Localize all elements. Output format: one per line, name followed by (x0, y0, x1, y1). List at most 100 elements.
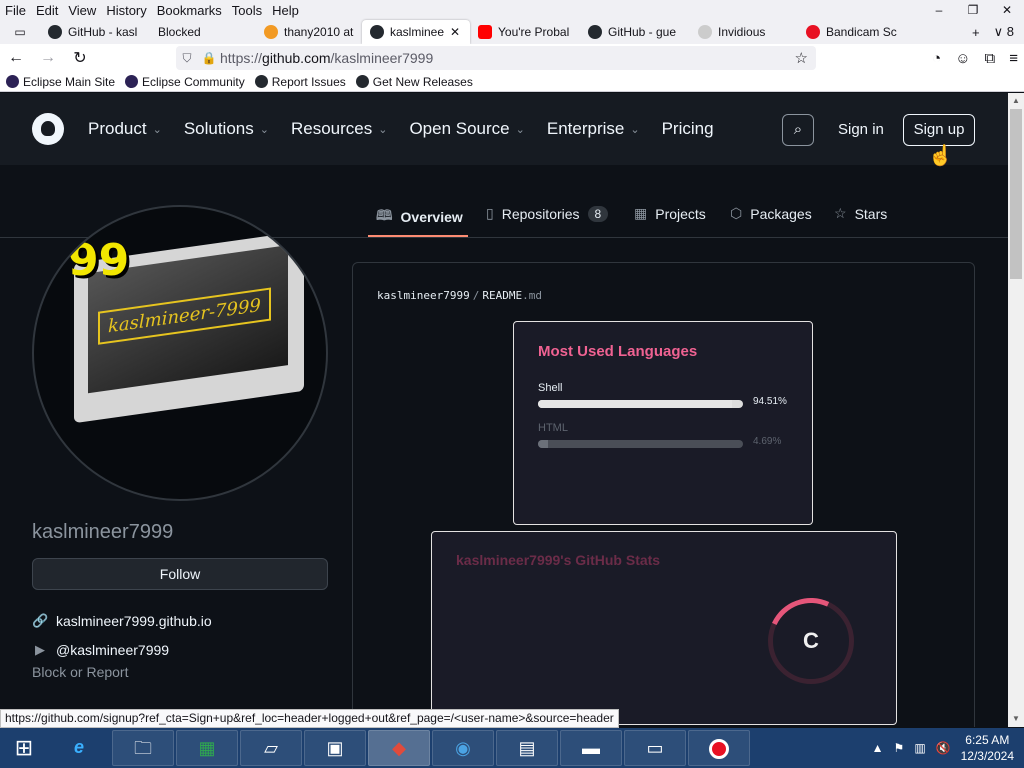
sign-in-link[interactable]: Sign in (838, 121, 884, 138)
window-controls: – ❐ ✕ (922, 0, 1024, 20)
browser-tab[interactable]: Blocked (150, 20, 256, 44)
url-bar[interactable]: ⛉ 🔒 https:// github.com /kaslmineer7999 … (176, 46, 816, 70)
network-icon[interactable]: ▥ (914, 741, 925, 755)
block-report-link[interactable]: Block or Report (32, 664, 128, 680)
bandicam-record-icon[interactable] (688, 730, 750, 766)
command-prompt-icon[interactable]: ▬ (560, 730, 622, 766)
youtube-link[interactable]: @kaslmineer7999 (56, 642, 169, 658)
bookmark-label: Report Issues (271, 74, 346, 89)
internet-explorer-icon[interactable]: e (48, 730, 110, 766)
document-window-icon[interactable]: ▭ (624, 730, 686, 766)
bookmark-star-icon[interactable]: ☆ (795, 49, 808, 67)
download-manager-icon[interactable]: ◉ (432, 730, 494, 766)
table-icon: ▦ (634, 205, 648, 221)
tab-list-button[interactable]: ▭ (0, 20, 40, 44)
profile-youtube[interactable]: ▶ @kaslmineer7999 (32, 642, 169, 658)
browser-tab[interactable]: GitHub - gue (580, 20, 690, 44)
scrollbar-thumb[interactable] (1010, 109, 1022, 279)
close-tab-icon[interactable]: ✕ (450, 25, 460, 39)
browser-tab[interactable]: thany2010 at (256, 20, 362, 44)
bookmark-item[interactable]: Eclipse Community (125, 75, 245, 89)
file-explorer-icon[interactable]: 🗀 (112, 730, 174, 766)
avatar[interactable]: kaslmineer-7999 99 (32, 205, 328, 501)
tab-packages[interactable]: ⬡ Packages (730, 205, 812, 222)
windows-start-icon[interactable]: ⊞ (0, 728, 48, 768)
bookmark-item[interactable]: Eclipse Main Site (6, 75, 115, 89)
package-icon: ⬡ (730, 205, 743, 221)
browser-tab[interactable]: Bandicam Sc (798, 20, 900, 44)
eclipse-icon (6, 75, 19, 88)
search-button[interactable]: ⌕ (782, 114, 814, 146)
profile-username: kaslmineer7999 (32, 521, 174, 543)
windows-taskbar: ⊞ e 🗀 ▦ ▱ ▣ ◆ ◉ ▤ ▬ ▭ ▲ ⚑ ▥ 🔇 6:25 AM 12… (0, 728, 1024, 768)
language-row: Shell 94.51% (538, 382, 798, 408)
nav-product[interactable]: Product ⌄ (88, 119, 162, 139)
nav-enterprise[interactable]: Enterprise ⌄ (547, 119, 640, 139)
follow-button[interactable]: Follow (32, 558, 328, 590)
record-dot-icon (709, 739, 729, 760)
lock-icon[interactable]: 🔒 (198, 51, 220, 65)
tab-label: Repositories (501, 205, 580, 222)
nav-pricing[interactable]: Pricing (662, 119, 714, 139)
sign-up-button[interactable]: Sign up (903, 114, 975, 146)
bookmark-item[interactable]: Report Issues (254, 74, 346, 89)
tab-stars[interactable]: ☆ Stars (834, 205, 887, 222)
extension-icon[interactable]: ◔ (932, 50, 941, 67)
reload-button[interactable]: ↻ (64, 48, 96, 68)
browser-tab[interactable]: GitHub - kasl (40, 20, 150, 44)
page-scrollbar[interactable]: ▲ ▼ (1008, 93, 1024, 727)
tab-repositories[interactable]: ▯ Repositories 8 (486, 205, 609, 222)
nav-label: Resources (290, 119, 373, 138)
language-bar-fill (538, 440, 548, 448)
chevron-down-icon: ⌄ (259, 123, 269, 136)
tab-count: 8 (1006, 24, 1014, 39)
nav-open-source[interactable]: Open Source ⌄ (409, 119, 524, 139)
menu-edit[interactable]: Edit (31, 3, 63, 18)
show-hidden-icons-icon[interactable]: ▲ (872, 741, 884, 755)
minimize-button[interactable]: – (922, 0, 956, 20)
new-tab-button[interactable]: + (972, 25, 980, 40)
store-icon[interactable]: ▦ (176, 730, 238, 766)
github-logo-icon[interactable] (32, 113, 64, 145)
pdf-app-icon[interactable]: ◆ (368, 730, 430, 766)
nav-resources[interactable]: Resources ⌄ (291, 119, 387, 139)
photo-viewer-icon[interactable]: ▣ (304, 730, 366, 766)
restore-button[interactable]: ❐ (956, 0, 990, 20)
tab-overflow-button[interactable]: ∨ 8 (994, 24, 1014, 40)
extensions-puzzle-icon[interactable]: ⧉ (985, 50, 996, 67)
page-viewport: Product ⌄ Solutions ⌄ Resources ⌄ Open Sour… (0, 93, 1008, 727)
scroll-down-arrow-icon[interactable]: ▼ (1008, 711, 1024, 727)
menu-view[interactable]: View (63, 3, 101, 18)
bookmark-item[interactable]: Get New Releases (355, 75, 473, 89)
menu-history[interactable]: History (101, 3, 151, 18)
browser-tab[interactable]: You're Probal (470, 20, 580, 44)
tracking-shield-icon[interactable]: ⛉ (176, 51, 198, 66)
taskbar-clock[interactable]: 6:25 AM 12/3/2024 (961, 732, 1014, 764)
action-center-flag-icon[interactable]: ⚑ (894, 741, 905, 755)
scroll-up-arrow-icon[interactable]: ▲ (1008, 93, 1024, 109)
menu-help[interactable]: Help (267, 3, 304, 18)
volume-muted-icon[interactable]: 🔇 (936, 741, 951, 755)
avatar-badge: 99 (68, 235, 130, 286)
forward-button[interactable]: → (32, 49, 64, 67)
menu-tools[interactable]: Tools (227, 3, 267, 18)
hamburger-menu-icon[interactable]: ≡ (1009, 50, 1018, 67)
nav-solutions[interactable]: Solutions ⌄ (184, 119, 269, 139)
close-window-button[interactable]: ✕ (990, 0, 1024, 20)
browser-tab-active[interactable]: kaslminee ✕ (362, 20, 470, 44)
menu-file[interactable]: File (0, 3, 31, 18)
tab-projects[interactable]: ▦ Projects (634, 205, 706, 222)
back-button[interactable]: ← (0, 49, 32, 67)
repo-count-badge: 8 (587, 205, 609, 222)
github-icon (254, 75, 268, 88)
menu-bookmarks[interactable]: Bookmarks (152, 3, 227, 18)
website-link[interactable]: kaslmineer7999.github.io (56, 613, 212, 629)
browser-tab[interactable]: Invidious (690, 20, 798, 44)
tab-overview[interactable]: 🕮 Overview (376, 205, 463, 229)
nav-label: Pricing (661, 119, 714, 138)
readme-owner[interactable]: kaslmineer7999 (377, 289, 470, 302)
network-settings-icon[interactable]: ▤ (496, 730, 558, 766)
notepad-icon[interactable]: ▱ (240, 730, 302, 766)
profile-website[interactable]: 🔗 kaslmineer7999.github.io (32, 613, 212, 629)
account-icon[interactable]: ☺ (955, 50, 970, 67)
